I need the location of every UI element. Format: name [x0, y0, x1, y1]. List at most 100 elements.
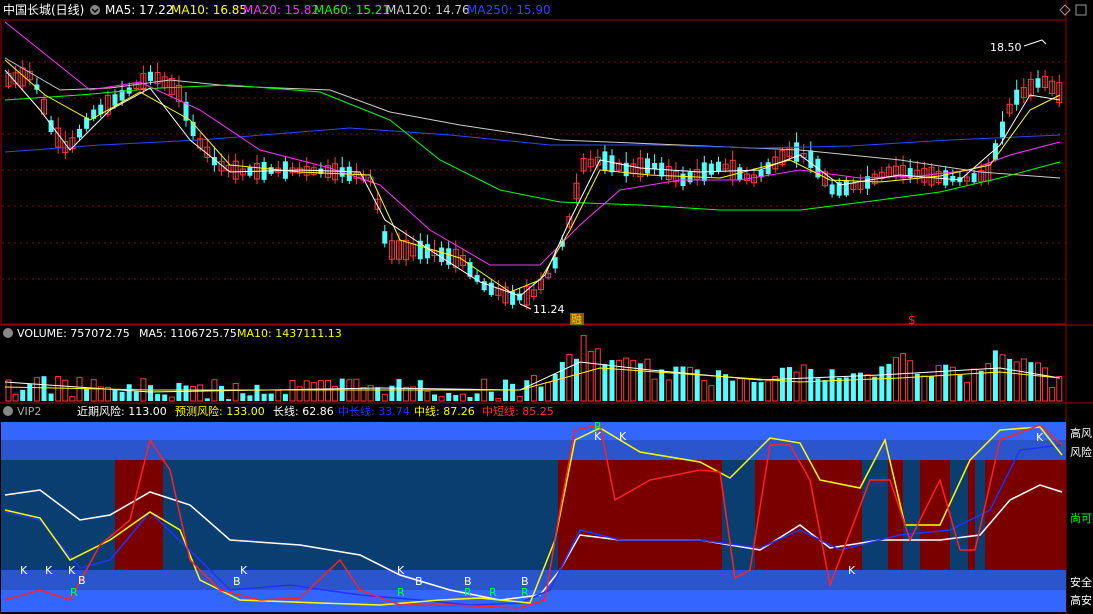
candle: [652, 162, 658, 170]
volume-bar: [836, 377, 842, 401]
vip-legend-5: 中短线: 85.25: [482, 404, 554, 418]
vip-signal-3: B: [78, 574, 86, 587]
vip-risk-zone-4: [920, 460, 950, 570]
candle: [708, 163, 714, 175]
volume-settings-icon[interactable]: [3, 328, 13, 338]
volume-bar: [793, 371, 800, 402]
volume-ma10: MA10: 1437111.13: [237, 327, 342, 340]
candle: [148, 71, 153, 81]
high-price-label: 18.50: [990, 41, 1022, 54]
vip-risk-zone-3: [888, 460, 903, 570]
volume-bar: [20, 389, 26, 401]
diamond-icon[interactable]: [1059, 4, 1071, 16]
volume-bar: [1028, 362, 1034, 401]
volume-bar: [530, 375, 537, 402]
settings-circle-icon[interactable]: [90, 5, 100, 15]
volume-bar: [69, 396, 76, 402]
volume-bar: [879, 366, 885, 401]
marker-2: $: [908, 313, 916, 327]
volume-bar: [1013, 361, 1020, 402]
ma10-line: [4, 59, 1061, 293]
candle: [829, 184, 835, 195]
candle: [794, 142, 800, 162]
low-price-label: 11.24: [533, 303, 565, 316]
volume-bar: [829, 369, 835, 401]
volume-bar: [1020, 358, 1027, 402]
volume-bar: [325, 379, 331, 402]
volume-bar: [644, 358, 651, 402]
ma250-line: [4, 127, 1061, 153]
candle: [439, 247, 445, 262]
candle: [424, 244, 430, 259]
volume-bar: [126, 384, 132, 401]
volume-bar: [219, 385, 224, 401]
candle: [552, 257, 558, 269]
volume-bar: [630, 359, 637, 402]
volume-bar: [190, 386, 197, 402]
volume-bar: [800, 364, 807, 402]
volume-bar: [893, 357, 899, 402]
vip-signal-1: K: [45, 564, 53, 577]
ma-legend-1: MA10: 16.85: [171, 3, 247, 17]
volume-bar: [779, 367, 785, 401]
ma-legend-2: MA20: 15.82: [243, 3, 319, 17]
volume-bar: [510, 383, 516, 401]
volume-bar: [716, 370, 721, 401]
volume-ma10-line: [4, 367, 1061, 391]
volume-bar: [254, 384, 260, 401]
candle: [1035, 78, 1041, 88]
volume-bar: [310, 382, 317, 402]
volume-bar: [62, 379, 69, 402]
vip-safe-band: [1, 570, 1066, 590]
vip-legend-4: 中线: 87.26: [414, 404, 475, 418]
volume-bar: [929, 376, 934, 401]
chart-title: 中国长城(日线): [3, 2, 84, 17]
volume-bar: [708, 385, 715, 402]
volume-bar: [978, 370, 984, 401]
vip-signal-2: K: [68, 564, 76, 577]
volume-bar: [275, 389, 282, 402]
volume-bar: [1007, 358, 1013, 401]
vip-signal-14: R: [521, 586, 529, 599]
marker-1: 融: [571, 313, 582, 326]
volume-ma5: MA5: 1106725.75: [139, 327, 237, 340]
volume-bar: [992, 350, 998, 401]
volume-bar: [559, 361, 565, 401]
volume-bar: [808, 368, 814, 401]
volume-bar: [964, 381, 970, 402]
volume-bar: [736, 378, 743, 402]
volume-bar: [957, 374, 963, 401]
volume-bar: [261, 393, 267, 401]
vip-settings-icon[interactable]: [3, 406, 13, 416]
volume-bar: [602, 364, 608, 401]
volume-bar: [943, 364, 949, 401]
volume-bar: [843, 377, 849, 401]
vip-legend-3: 中长线: 33.74: [338, 404, 410, 418]
volume-bar: [1049, 387, 1056, 402]
vip-signal-extra: K: [1036, 431, 1044, 444]
candle: [1014, 89, 1020, 105]
vip-high-band: [1, 422, 1066, 440]
vip-legend-1: 预测风险: 133.00: [175, 404, 265, 418]
candle: [765, 162, 771, 175]
volume-bar: [317, 380, 324, 402]
volume-bar: [27, 383, 33, 401]
volume-bar: [687, 366, 694, 402]
volume-bar: [1042, 367, 1049, 402]
maximize-icon[interactable]: [1075, 4, 1087, 16]
vip-signal-0: K: [20, 564, 28, 577]
candle: [112, 94, 118, 106]
volume-bar: [580, 335, 587, 402]
vip-signal-18: K: [848, 564, 856, 577]
vip-legend-0: 近期风险: 113.00: [77, 404, 167, 418]
volume-bar: [76, 376, 83, 402]
vip-signal-9: R: [397, 586, 405, 599]
volume-bar: [587, 351, 594, 402]
volume-bar: [289, 379, 296, 402]
volume-bar: [155, 394, 161, 401]
main-panel-border: [0, 19, 1067, 325]
vip-risk-zone-5: [968, 460, 975, 570]
volume-bar: [303, 380, 310, 402]
vip-signal-6: K: [240, 564, 248, 577]
volume-bar: [41, 376, 47, 401]
